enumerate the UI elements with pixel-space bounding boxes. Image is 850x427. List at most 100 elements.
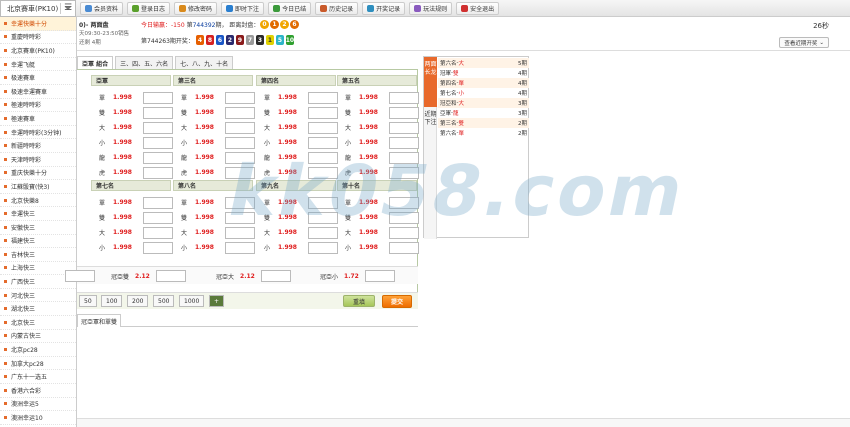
bet-amount-input[interactable]	[225, 91, 255, 104]
bet-amount-input[interactable]	[143, 121, 173, 134]
add-chip-button[interactable]: +	[209, 295, 225, 307]
bet-amount-input[interactable]	[225, 106, 255, 119]
sidebar-item[interactable]: 吉林快三	[0, 248, 76, 262]
nav-button-2[interactable]: 修改密码	[174, 2, 218, 15]
recent-results-button[interactable]: 查看近期开奖 ⌄	[779, 37, 829, 48]
sidebar-item[interactable]: 北京快三	[0, 316, 76, 330]
sidebar-item[interactable]: 澳洲幸运10	[0, 411, 76, 425]
sidebar-item[interactable]: 幸運快樂十分	[0, 17, 76, 31]
bet-amount-input[interactable]	[225, 211, 255, 224]
sidebar-item[interactable]: 福建快三	[0, 235, 76, 249]
bet-amount-input[interactable]	[389, 226, 419, 239]
bet-amount-input[interactable]	[143, 136, 173, 149]
sidebar-item[interactable]: 北京賽車(PK10)	[0, 44, 76, 58]
bet-amount-input[interactable]	[308, 136, 338, 149]
pair-amount-input[interactable]	[260, 270, 291, 282]
pair-amount-input[interactable]	[65, 270, 95, 282]
pair-amount-input[interactable]	[155, 270, 186, 282]
bet-amount-input[interactable]	[143, 226, 173, 239]
sidebar-item[interactable]: 极速賽車	[0, 71, 76, 85]
sidebar-item[interactable]: 内蒙古快三	[0, 330, 76, 344]
sidebar-item[interactable]: 广东十一选五	[0, 370, 76, 385]
nav-button-3[interactable]: 即时下注	[221, 2, 265, 15]
nav-button-8[interactable]: 安全退出	[456, 2, 500, 15]
bet-amount-input[interactable]	[225, 136, 255, 149]
bet-amount-input[interactable]	[308, 91, 338, 104]
sidebar-item[interactable]: 重庆快樂十分	[0, 167, 76, 181]
bet-amount-input[interactable]	[143, 106, 173, 119]
sidebar-item[interactable]: 重慶時時彩	[0, 31, 76, 45]
bet-amount-input[interactable]	[389, 151, 419, 164]
sidebar-item[interactable]: 湖北快三	[0, 302, 76, 317]
bet-amount-input[interactable]	[225, 121, 255, 134]
sidebar-item[interactable]: 北京pc28	[0, 343, 76, 357]
bet-amount-input[interactable]	[225, 196, 255, 209]
bet-amount-input[interactable]	[308, 226, 338, 239]
tab-long-streak[interactable]: 两面长龙	[424, 57, 437, 107]
bet-amount-input[interactable]	[308, 121, 338, 134]
nav-button-5[interactable]: 历史记录	[315, 2, 359, 15]
bet-amount-input[interactable]	[308, 151, 338, 164]
bet-amount-input[interactable]	[225, 226, 255, 239]
chip-button[interactable]: 50	[79, 295, 97, 307]
bet-amount-input[interactable]	[389, 211, 419, 224]
bet-amount-input[interactable]	[143, 151, 173, 164]
bet-amount-input[interactable]	[143, 91, 173, 104]
bet-amount-input[interactable]	[308, 196, 338, 209]
bet-amount-input[interactable]	[389, 196, 419, 209]
bet-amount-input[interactable]	[389, 121, 419, 134]
nav-button-0[interactable]: 会员资料	[80, 2, 124, 15]
sidebar-item[interactable]: 加拿大pc28	[0, 357, 76, 371]
sidebar-item[interactable]: 天津時時彩	[0, 153, 76, 167]
bet-amount-input[interactable]	[143, 166, 173, 179]
tab-pair-odd-even[interactable]: 冠亞軍和單雙	[77, 314, 122, 327]
bet-amount-input[interactable]	[308, 211, 338, 224]
bet-amount-input[interactable]	[225, 151, 255, 164]
sidebar-item[interactable]: 香港六合彩	[0, 384, 76, 398]
sidebar-item[interactable]: 极速幸運賽車	[0, 85, 76, 99]
chip-button[interactable]: 200	[127, 295, 149, 307]
sidebar-item[interactable]: 北京快樂8	[0, 194, 76, 208]
bet-amount-input[interactable]	[143, 196, 173, 209]
nav-button-7[interactable]: 玩法规则	[409, 2, 453, 15]
bet-amount-input[interactable]	[389, 91, 419, 104]
nav-button-4[interactable]: 今日已结	[268, 2, 312, 15]
pair-amount-input[interactable]	[364, 270, 395, 282]
sidebar-item[interactable]: 幸運快三	[0, 207, 76, 221]
bet-amount-input[interactable]	[389, 166, 419, 179]
chip-button[interactable]: 500	[153, 295, 175, 307]
bet-amount-input[interactable]	[389, 136, 419, 149]
bet-amount-input[interactable]	[225, 241, 255, 254]
bet-amount-input[interactable]	[225, 166, 255, 179]
sidebar-item[interactable]: 幸運飞艇	[0, 58, 76, 72]
tab-0[interactable]: 亞軍 組合	[77, 56, 114, 69]
sidebar-item[interactable]: 河北快三	[0, 289, 76, 303]
bet-name: 小	[98, 245, 105, 252]
sidebar-item[interactable]: 新疆時時彩	[0, 139, 76, 153]
chip-button[interactable]: 1000	[179, 295, 205, 307]
bet-amount-input[interactable]	[389, 106, 419, 119]
sidebar-item[interactable]: 安徽快三	[0, 221, 76, 235]
reset-button[interactable]: 重填	[343, 295, 375, 307]
bet-amount-input[interactable]	[143, 241, 173, 254]
bet-amount-input[interactable]	[143, 211, 173, 224]
sidebar-item[interactable]: 澳洲幸运5	[0, 398, 76, 412]
bet-amount-input[interactable]	[308, 106, 338, 119]
rules-icon	[414, 5, 422, 12]
chip-button[interactable]: 100	[101, 295, 123, 307]
submit-button[interactable]: 提交	[382, 295, 412, 308]
sidebar-item[interactable]: 幸運時時彩(3分钟)	[0, 126, 76, 140]
sidebar-item[interactable]: 極速賽車	[0, 112, 76, 126]
tab-recent-bets[interactable]: 近期下注	[424, 107, 437, 152]
bet-amount-input[interactable]	[308, 166, 338, 179]
tab-1[interactable]: 三、四、五、六名	[115, 56, 174, 69]
tab-2[interactable]: 七、八、九、十名	[175, 56, 234, 69]
bet-amount-input[interactable]	[389, 241, 419, 254]
bet-amount-input[interactable]	[308, 241, 338, 254]
nav-button-6[interactable]: 开奖记录	[362, 2, 406, 15]
sidebar-item[interactable]: 江蘇骰寶(快3)	[0, 180, 76, 194]
sidebar-item[interactable]: 極速時時彩	[0, 99, 76, 113]
nav-button-1[interactable]: 登录日志	[127, 2, 171, 15]
bet-odds: 1.998	[195, 229, 214, 236]
menu-icon[interactable]: ☰	[62, 3, 74, 14]
